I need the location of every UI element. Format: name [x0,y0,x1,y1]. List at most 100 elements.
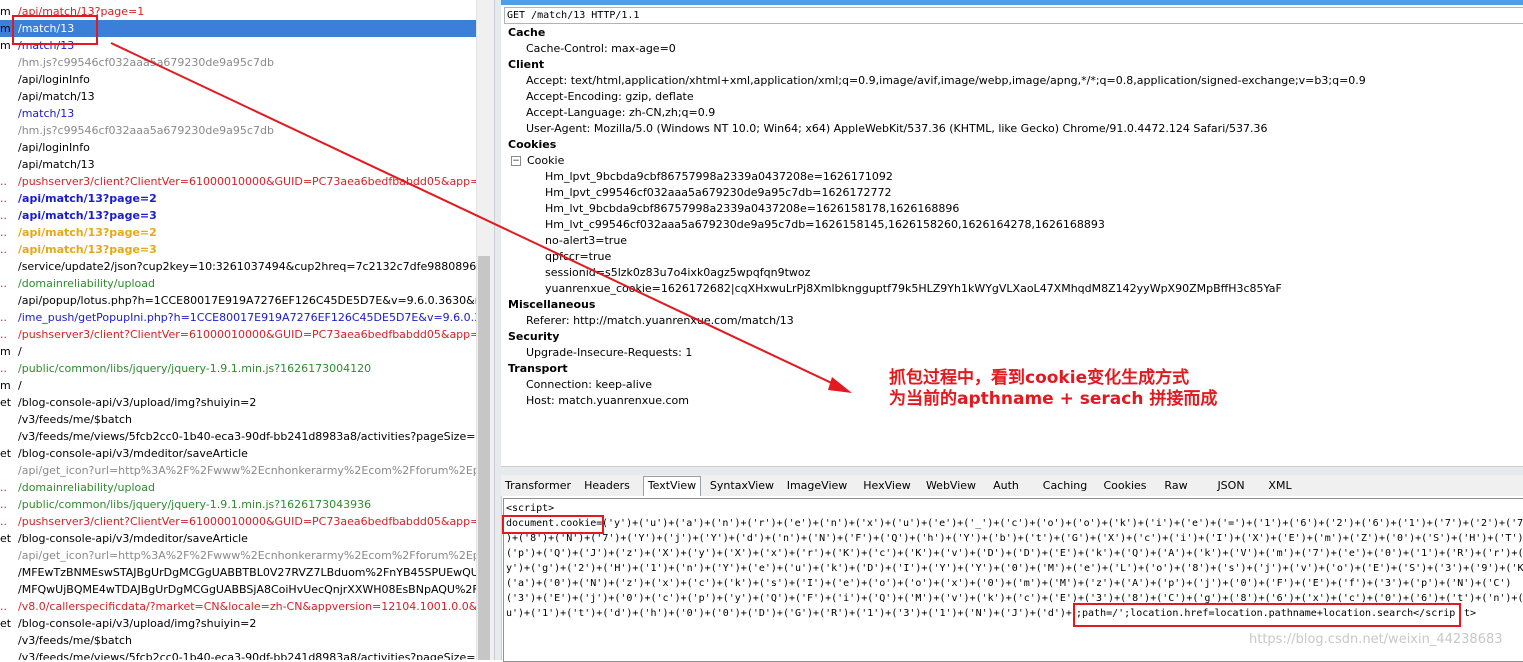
session-row[interactable]: .. /pushserver3/client?ClientVer=61000010… [0,513,476,530]
session-row[interactable]: et/blog-console-api/v3/upload/img?shuiyi… [0,615,476,632]
session-row[interactable]: /api/loginInfo [0,139,476,156]
tab-cookies[interactable]: Cookies [1098,477,1152,494]
header-item: Host: match.yuanrenxue.com [526,393,689,409]
header-item: yuanrenxue_cookie=1626172682|cqXHxwuLrPj… [545,281,1282,297]
tab-headers[interactable]: Headers [578,477,636,494]
header-text: Security [508,330,560,343]
header-text: User-Agent: Mozilla/5.0 (Windows NT 10.0… [526,122,1268,135]
header-text: Accept-Encoding: gzip, deflate [526,90,694,103]
header-text: Miscellaneous [508,298,596,311]
session-row[interactable]: et/blog-console-api/v3/mdeditor/saveArti… [0,445,476,462]
session-row[interactable]: m / [0,377,476,394]
session-row[interactable]: m / [0,343,476,360]
script-close-tail: t> [1464,608,1477,619]
session-row[interactable]: /v3/feeds/me/views/5fcb2cc0-1b40-eca3-90… [0,649,476,660]
blog-watermark: https://blog.csdn.net/weixin_44238683 [1249,632,1503,647]
header-text: Accept: text/html,application/xhtml+xml,… [526,74,1366,87]
session-url-cell: /MFQwUjBQME4wTDAJBgUrDgMCGgUABBSjA8CoiHv… [18,583,476,596]
response-line: y')+('g')+('2')+('H')+('1')+('n')+('Y')+… [506,563,1523,574]
session-row[interactable]: /api/match/13 [0,88,476,105]
session-list-scroll-thumb[interactable] [478,256,490,660]
session-row[interactable]: .. /api/match/13?page=2 [0,190,476,207]
session-result-cell: .. [0,226,7,239]
tab-imageview[interactable]: ImageView [784,477,850,494]
tab-textview[interactable]: TextView [643,476,701,496]
session-row[interactable]: /hm.js?c99546cf032aaa5a679230de9a95c7db [0,54,476,71]
header-text: no-alert3=true [545,234,628,247]
session-row[interactable]: /match/13 [0,105,476,122]
response-line: <script> [506,503,555,514]
session-result-cell: .. [0,175,7,188]
selected-session-highlight-box [12,15,98,45]
session-row[interactable]: et/blog-console-api/v3/upload/img?shuiyi… [0,394,476,411]
session-url-cell: / [18,379,22,392]
session-row[interactable]: /api/loginInfo [0,71,476,88]
session-row[interactable]: /MFEwTzBNMEswSTAJBgUrDgMCGgUABBTBL0V27RV… [0,564,476,581]
session-url-cell: /pushserver3/client?ClientVer=6100001000… [18,515,476,528]
session-row[interactable]: .. /pushserver3/client?ClientVer=61000010… [0,173,476,190]
tab-hexview[interactable]: HexView [857,477,917,494]
cookie-node[interactable]: − Cookie [511,153,564,169]
session-url-cell: /v3/feeds/me/views/5fcb2cc0-1b40-eca3-90… [18,651,476,660]
session-row[interactable]: et/blog-console-api/v3/mdeditor/saveArti… [0,530,476,547]
session-row[interactable]: .. /api/match/13?page=3 [0,207,476,224]
header-text: Cache [508,26,546,39]
session-row[interactable]: .. /public/common/libs/jquery/jquery-1.9.… [0,360,476,377]
session-list[interactable]: m/api/match/13?page=1 m/match/13 m/match/1… [0,0,476,660]
session-row[interactable]: .. /v8.0/callerspecificdata/?market=CN&lo… [0,598,476,615]
session-row[interactable]: .. /pushserver3/client?ClientVer=61000010… [0,326,476,343]
session-row[interactable]: .. /domainreliability/upload [0,275,476,292]
header-section-title: Cache [508,25,545,41]
session-url-cell: /blog-console-api/v3/mdeditor/saveArticl… [18,532,248,545]
tab-xml[interactable]: XML [1266,477,1294,494]
session-result-cell: .. [0,277,7,290]
tab-transformer[interactable]: Transformer [504,477,572,494]
session-row[interactable]: /hm.js?c99546cf032aaa5a679230de9a95c7db [0,122,476,139]
session-row[interactable]: /v3/feeds/me/views/5fcb2cc0-1b40-eca3-90… [0,428,476,445]
response-line: ('a')+('0')+('N')+('z')+('x')+('c')+('k'… [506,578,1512,589]
session-row[interactable]: .. /api/match/13?page=3 [0,241,476,258]
collapse-toggle-icon[interactable]: − [511,156,521,166]
session-result-cell: .. [0,328,7,341]
header-item: Hm_lpvt_9bcbda9cbf86757998a2339a0437208e… [545,169,893,185]
header-text: Hm_lpvt_9bcbda9cbf86757998a2339a0437208e… [545,170,893,183]
session-url-cell: /blog-console-api/v3/mdeditor/saveArticl… [18,447,248,460]
session-row[interactable]: /v3/feeds/me/$batch [0,411,476,428]
header-text: Accept-Language: zh-CN,zh;q=0.9 [526,106,716,119]
session-url-cell: /api/match/13?page=2 [18,226,157,239]
tab-json[interactable]: JSON [1211,477,1251,494]
session-row[interactable]: /api/get_icon?url=http%3A%2F%2Fwww%2Ecnh… [0,547,476,564]
header-text: qpfccr=true [545,250,612,263]
horizontal-splitter[interactable] [501,466,1523,475]
session-row[interactable]: /api/get_icon?url=http%3A%2F%2Fwww%2Ecnh… [0,462,476,479]
session-row[interactable]: /api/match/13 [0,156,476,173]
header-item: Hm_lvt_c99546cf032aaa5a679230de9a95c7db=… [545,217,1105,233]
session-row[interactable]: /service/update2/json?cup2key=10:3261037… [0,258,476,275]
session-row[interactable]: .. /domainreliability/upload [0,479,476,496]
header-text: Cookies [508,138,557,151]
document-cookie-highlight-box [502,515,604,534]
session-url-cell: /domainreliability/upload [18,277,155,290]
header-item: qpfccr=true [545,249,611,265]
session-url-cell: /v3/feeds/me/$batch [18,413,132,426]
header-item: Hm_lvt_9bcbda9cbf86757998a2339a0437208e=… [545,201,959,217]
session-row[interactable]: /api/popup/lotus.php?h=1CCE80017E919A727… [0,292,476,309]
session-row[interactable]: .. /api/match/13?page=2 [0,224,476,241]
tab-caching[interactable]: Caching [1038,477,1092,494]
tab-syntaxview[interactable]: SyntaxView [707,477,777,494]
tab-raw[interactable]: Raw [1157,477,1195,494]
session-url-cell: /api/get_icon?url=http%3A%2F%2Fwww%2Ecnh… [18,549,476,562]
session-url-cell: /api/match/13 [18,90,95,103]
header-item: Accept: text/html,application/xhtml+xml,… [526,73,1366,89]
session-row[interactable]: .. /public/common/libs/jquery/jquery-1.9.… [0,496,476,513]
session-result-cell: .. [0,481,7,494]
session-result-cell: et [0,447,12,460]
tab-webview[interactable]: WebView [923,477,979,494]
session-result-cell: et [0,396,12,409]
session-row[interactable]: /MFQwUjBQME4wTDAJBgUrDgMCGgUABBSjA8CoiHv… [0,581,476,598]
session-row[interactable]: /v3/feeds/me/$batch [0,632,476,649]
session-row[interactable]: .. /ime_push/getPopupIni.php?h=1CCE80017E… [0,309,476,326]
header-text: Cookie [527,154,565,167]
tab-auth[interactable]: Auth [986,477,1026,494]
response-line: document.cookie=('y')+('u')+('a')+('n')+… [506,516,1523,531]
